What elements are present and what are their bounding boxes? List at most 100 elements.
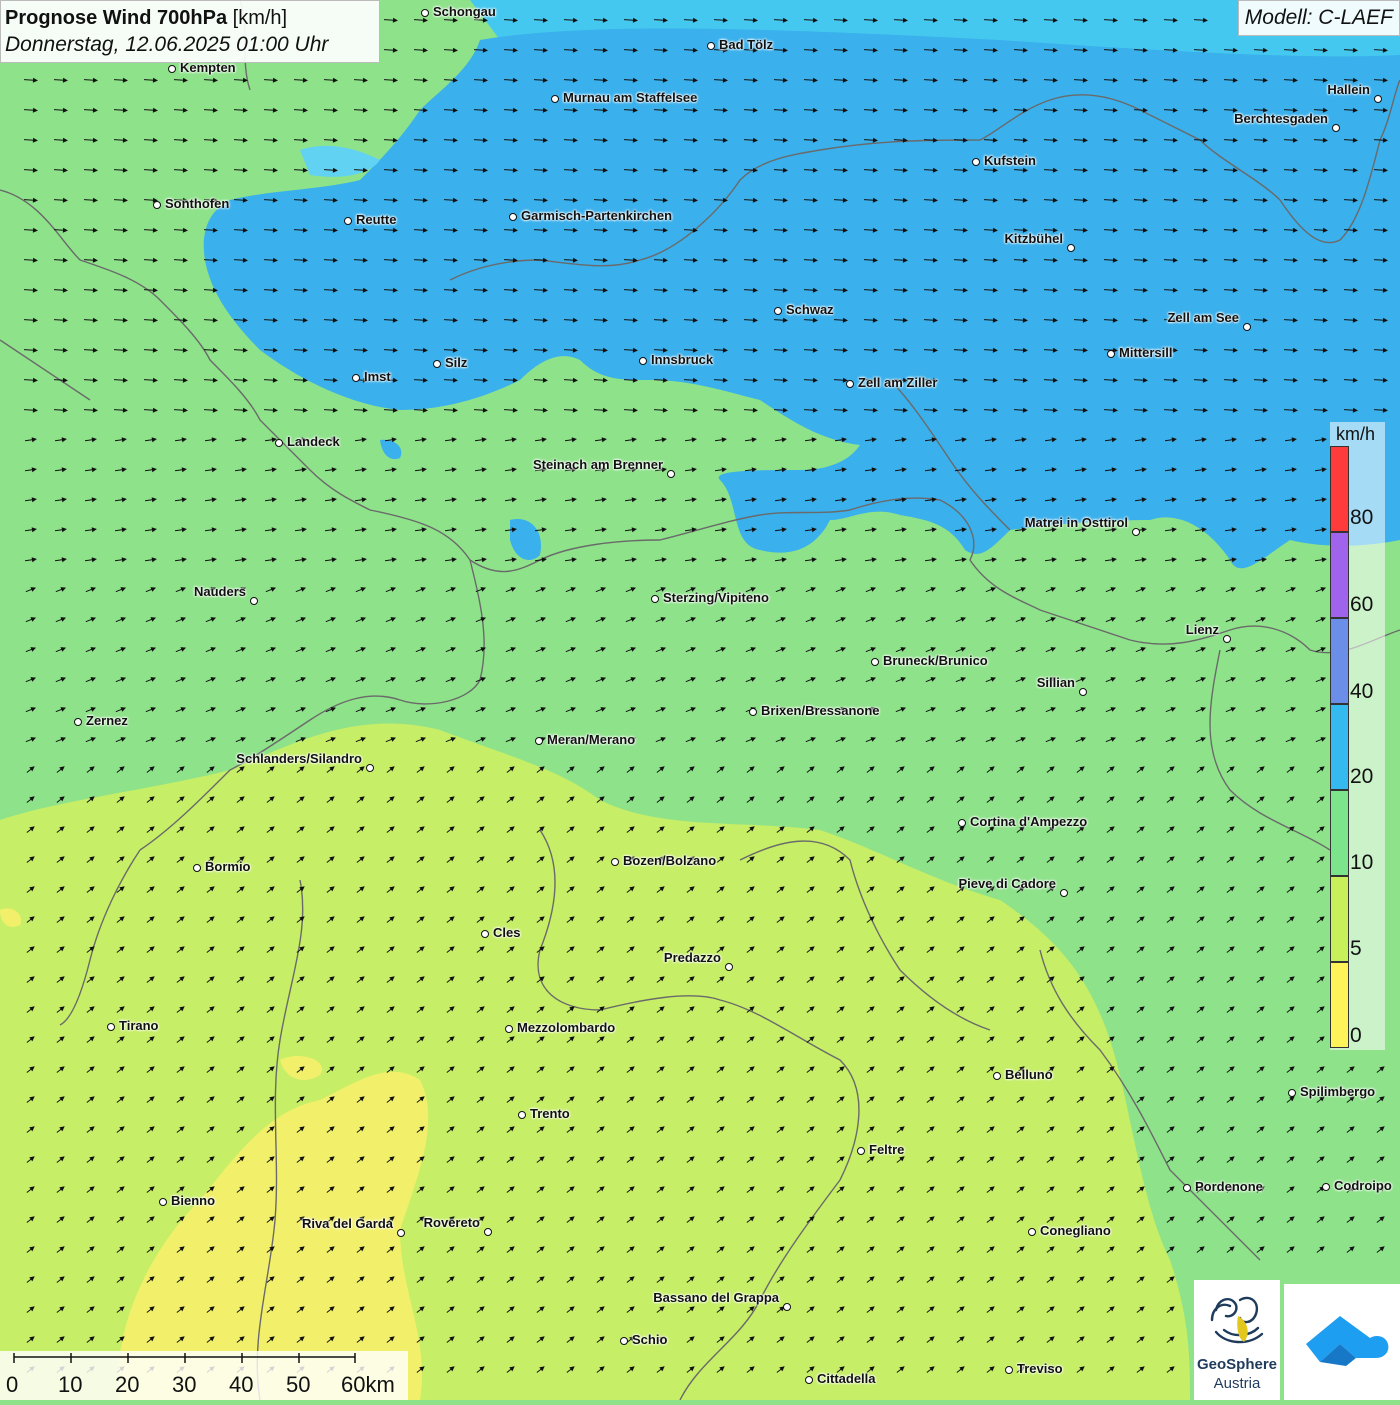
legend-label: 80 [1350, 506, 1374, 529]
city-marker [153, 201, 161, 209]
legend-color-segment [1330, 446, 1349, 532]
city-label: Bozen/Bolzano [623, 853, 717, 868]
city-label: Rovereto [423, 1215, 480, 1230]
scale-label-50: 50 [286, 1372, 311, 1397]
city-label: Cortina d'Ampezzo [970, 814, 1088, 829]
city-marker [1005, 1366, 1013, 1374]
city-marker [107, 1023, 115, 1031]
legend-color-segment [1330, 962, 1349, 1048]
city-marker [344, 217, 352, 225]
city-label: Feltre [869, 1142, 905, 1157]
scale-label-10: 10 [58, 1372, 83, 1397]
city-marker [805, 1376, 813, 1384]
legend-label: 40 [1350, 680, 1374, 703]
city-marker [1374, 95, 1382, 103]
city-marker [484, 1228, 492, 1236]
weather-app-cloud-icon [1306, 1316, 1389, 1366]
city-marker [639, 357, 647, 365]
city-label: Treviso [1017, 1361, 1063, 1376]
city-marker [74, 718, 82, 726]
city-label: Zell am Ziller [858, 375, 938, 390]
city-marker [159, 1198, 167, 1206]
city-marker [958, 819, 966, 827]
city-label: Schwaz [786, 302, 834, 317]
city-marker [481, 930, 489, 938]
geosphere-swirl-icon [1210, 1296, 1264, 1344]
scale-label-30: 30 [172, 1372, 197, 1397]
city-marker [352, 374, 360, 382]
city-label: Sterzing/Vipiteno [663, 590, 769, 605]
scale-label-0: 0 [6, 1372, 19, 1397]
city-marker [1028, 1228, 1036, 1236]
city-label: Cittadella [817, 1371, 876, 1386]
city-label: Kempten [180, 60, 236, 75]
scale-label-40: 40 [229, 1372, 254, 1397]
city-label: Berchtesgaden [1234, 111, 1328, 126]
city-label: Innsbruck [651, 352, 714, 367]
city-label: Bassano del Grappa [653, 1290, 779, 1305]
city-label: Reutte [356, 212, 397, 227]
city-label: Lienz [1185, 622, 1219, 637]
legend-color-segment [1330, 704, 1349, 790]
city-label: Bad Tölz [719, 37, 774, 52]
city-marker [1322, 1183, 1330, 1191]
city-label: Mittersill [1119, 345, 1173, 360]
city-marker [1107, 350, 1115, 358]
city-marker [250, 597, 258, 605]
city-label: Sonthofen [165, 196, 230, 211]
city-marker [168, 65, 176, 73]
city-label: Schongau [433, 4, 496, 19]
city-label: Pieve di Cadore [958, 876, 1056, 891]
city-label: Schio [632, 1332, 668, 1347]
city-label: Spilimbergo [1300, 1084, 1376, 1099]
city-marker [620, 1337, 628, 1345]
city-label: Zernez [86, 713, 128, 728]
city-marker [397, 1229, 405, 1237]
city-marker [857, 1147, 865, 1155]
city-marker [993, 1072, 1001, 1080]
city-label: Silz [445, 355, 468, 370]
legend-label: 20 [1350, 765, 1374, 788]
city-label: Hallein [1327, 82, 1370, 97]
city-label: Bormio [205, 859, 251, 874]
city-marker [505, 1025, 513, 1033]
city-label: Nauders [193, 584, 246, 599]
city-label: Kitzbühel [1004, 231, 1064, 246]
city-marker [366, 764, 374, 772]
legend-label: 5 [1350, 937, 1362, 960]
city-label: Matrei in Osttirol [1024, 515, 1128, 530]
scale-label-60km: 60km [341, 1372, 395, 1397]
city-marker [1132, 528, 1140, 536]
city-marker [433, 360, 441, 368]
city-marker [846, 380, 854, 388]
city-marker [667, 470, 675, 478]
city-label: Riva del Garda [301, 1216, 393, 1231]
map-title-bold: Prognose Wind 700hPa [5, 7, 228, 29]
city-marker [193, 864, 201, 872]
city-label: Murnau am Staffelsee [563, 90, 698, 105]
city-label: Codroipo [1334, 1178, 1392, 1193]
city-label: Bruneck/Brunico [883, 653, 988, 668]
city-marker [535, 737, 543, 745]
map-title-unit: [km/h] [232, 7, 288, 29]
city-marker [871, 658, 879, 666]
city-marker [1223, 635, 1231, 643]
city-label: Brixen/Bressanone [761, 703, 880, 718]
model-label: Modell: C-LAEF [1237, 0, 1400, 36]
city-label: Zell am See [1167, 310, 1239, 325]
map-datetime: Donnerstag, 12.06.2025 01:00 Uhr [5, 33, 329, 56]
geosphere-logo[interactable]: GeoSphere Austria [1194, 1280, 1280, 1400]
legend-color-segment [1330, 618, 1349, 704]
legend-color-segment [1330, 532, 1349, 618]
city-label: Garmisch-Partenkirchen [521, 208, 673, 223]
legend-color-segment [1330, 876, 1349, 962]
city-label: Mezzolombardo [517, 1020, 616, 1035]
city-marker [275, 439, 283, 447]
city-marker [1060, 889, 1068, 897]
map-title-box: Prognose Wind 700hPa [km/h] Donnerstag, … [0, 0, 380, 63]
city-label: Cles [493, 925, 521, 940]
map-title: Prognose Wind 700hPa [km/h] [5, 4, 375, 32]
city-label: Landeck [287, 434, 340, 449]
city-marker [651, 595, 659, 603]
app-logo[interactable] [1284, 1284, 1400, 1400]
